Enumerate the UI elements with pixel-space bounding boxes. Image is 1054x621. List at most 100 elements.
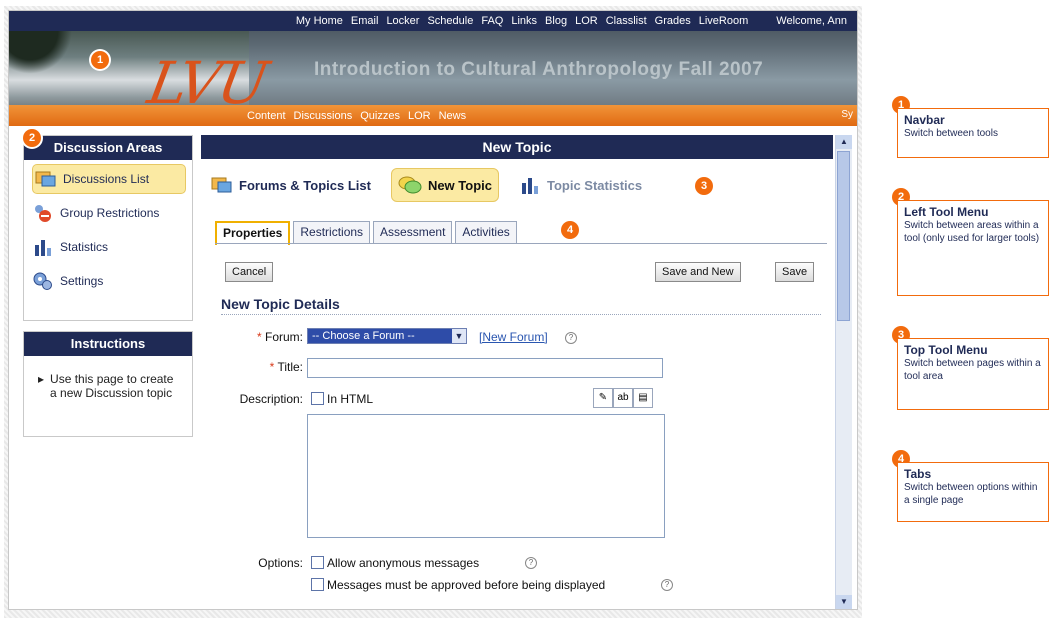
course-title: Introduction to Cultural Anthropology Fa…: [314, 59, 764, 80]
left-item-label: Discussions List: [63, 172, 150, 186]
nav-email[interactable]: Email: [351, 15, 379, 27]
title-input[interactable]: [307, 358, 663, 378]
chevron-down-icon: ▼: [452, 329, 466, 343]
new-forum-link[interactable]: [New Forum]: [479, 330, 548, 344]
instructions-text: Use this page to create a new Discussion…: [50, 372, 174, 400]
in-html-label: In HTML: [327, 392, 374, 406]
help-icon[interactable]: ?: [661, 579, 673, 591]
nav-grades[interactable]: Grades: [655, 15, 691, 27]
legend-desc: Switch between pages within a tool area: [904, 358, 1041, 382]
forums-icon: [211, 177, 232, 193]
legend-title: Tabs: [904, 467, 932, 481]
tab-restrictions[interactable]: Restrictions: [293, 221, 371, 244]
main-content: New Topic Forums & Topics List New Topic…: [201, 135, 833, 609]
left-item-settings[interactable]: Settings: [32, 266, 186, 296]
forum-select[interactable]: -- Choose a Forum -- ▼: [307, 328, 467, 344]
nav-lor[interactable]: LOR: [575, 15, 598, 27]
forum-label: * Forum:: [256, 330, 303, 344]
left-item-statistics[interactable]: Statistics: [32, 232, 186, 262]
section-title: New Topic Details: [221, 296, 340, 312]
left-tool-menu: Discussion Areas Discussions List Group …: [23, 135, 193, 321]
tab-properties[interactable]: Properties: [215, 221, 291, 245]
subnav-lor[interactable]: LOR: [408, 110, 431, 122]
course-subnav: Content Discussions Quizzes LOR News Sy: [9, 105, 857, 126]
title-label: * Title:: [269, 360, 303, 374]
cancel-button[interactable]: Cancel: [225, 262, 274, 282]
callout-marker-4: 4: [561, 221, 579, 239]
legend-tabs: Tabs Switch between options within a sin…: [897, 462, 1049, 522]
scroll-up-icon[interactable]: ▲: [836, 135, 852, 149]
help-icon[interactable]: ?: [525, 557, 537, 569]
save-and-new-button[interactable]: Save and New: [655, 262, 741, 282]
allow-anonymous-label: Allow anonymous messages: [327, 556, 480, 570]
nav-my-home[interactable]: My Home: [296, 15, 343, 27]
options-label: Options:: [258, 556, 303, 570]
nav-blog[interactable]: Blog: [545, 15, 567, 27]
tool-forums-topics-list[interactable]: Forums & Topics List: [205, 169, 377, 201]
allow-anonymous-checkbox[interactable]: [311, 556, 324, 569]
left-item-label: Statistics: [60, 240, 109, 254]
callout-marker-3: 3: [695, 177, 713, 195]
bullet-icon: ▸: [38, 372, 45, 386]
subnav-content[interactable]: Content: [247, 110, 286, 122]
save-button[interactable]: Save: [775, 262, 815, 282]
in-html-checkbox[interactable]: [311, 392, 324, 405]
instructions-title: Instructions: [24, 332, 192, 356]
subnav-discussions[interactable]: Discussions: [294, 110, 353, 122]
legend-desc: Switch between areas within a tool (only…: [904, 220, 1040, 244]
top-tool-menu: Forums & Topics List New Topic Topic Sta…: [201, 165, 833, 205]
subnav-news[interactable]: News: [439, 110, 467, 122]
tab-activities[interactable]: Activities: [455, 221, 517, 244]
left-item-label: Settings: [60, 274, 104, 288]
legend-title: Left Tool Menu: [904, 205, 989, 219]
tool-new-topic[interactable]: New Topic: [390, 168, 499, 202]
description-label: Description:: [239, 392, 303, 406]
tool-label: Forums & Topics List: [239, 177, 371, 193]
statistics-icon: [35, 240, 51, 256]
subnav-quizzes[interactable]: Quizzes: [360, 110, 400, 122]
format-icon[interactable]: ✎: [593, 388, 613, 408]
site-header: My Home Email Locker Schedule FAQ Links …: [9, 11, 857, 126]
nav-locker[interactable]: Locker: [386, 15, 419, 27]
spellcheck-icon[interactable]: ab: [613, 388, 633, 408]
tool-topic-statistics[interactable]: Topic Statistics: [513, 169, 648, 201]
scroll-down-icon[interactable]: ▼: [836, 595, 852, 609]
left-item-discussions-list[interactable]: Discussions List: [32, 164, 186, 194]
legend-top-tool-menu: Top Tool Menu Switch between pages withi…: [897, 338, 1049, 410]
subnav-overflow[interactable]: Sy: [841, 109, 853, 120]
group-restrictions-icon: [35, 205, 51, 222]
nav-faq[interactable]: FAQ: [481, 15, 503, 27]
nav-schedule[interactable]: Schedule: [427, 15, 473, 27]
section-divider: [221, 314, 821, 315]
nav-links[interactable]: Links: [511, 15, 537, 27]
browser-frame: My Home Email Locker Schedule FAQ Links …: [8, 10, 858, 610]
nav-liveroom[interactable]: LiveRoom: [699, 15, 749, 27]
legend-left-tool-menu: Left Tool Menu Switch between areas with…: [897, 200, 1049, 296]
nav-classlist[interactable]: Classlist: [606, 15, 647, 27]
scroll-thumb[interactable]: [837, 151, 850, 321]
preview-icon[interactable]: ▤: [633, 388, 653, 408]
tab-assessment[interactable]: Assessment: [373, 221, 453, 244]
settings-icon: [33, 272, 52, 290]
left-item-label: Group Restrictions: [60, 206, 160, 220]
discussions-icon: [35, 171, 56, 187]
page-title: New Topic: [201, 135, 833, 159]
welcome-text: Welcome, Ann: [776, 15, 847, 27]
topic-statistics-icon: [521, 178, 538, 194]
legend-title: Navbar: [904, 113, 945, 127]
tab-content: Cancel Save and New Save New Topic Detai…: [215, 243, 827, 609]
description-textarea[interactable]: [307, 414, 665, 538]
help-icon[interactable]: ?: [565, 332, 577, 344]
legend-title: Top Tool Menu: [904, 343, 988, 357]
approve-messages-checkbox[interactable]: [311, 578, 324, 591]
legend-navbar: Navbar Switch between tools: [897, 108, 1049, 158]
callout-marker-2: 2: [23, 129, 41, 147]
required-marker: *: [256, 330, 262, 344]
approve-messages-label: Messages must be approved before being d…: [327, 578, 606, 592]
legend-desc: Switch between tools: [904, 128, 998, 139]
vertical-scrollbar[interactable]: ▲ ▼: [835, 135, 852, 609]
callout-marker-1: 1: [91, 51, 109, 69]
new-topic-icon: [398, 176, 422, 194]
left-item-group-restrictions[interactable]: Group Restrictions: [32, 198, 186, 228]
tabs: Properties Restrictions Assessment Activ…: [215, 221, 517, 245]
